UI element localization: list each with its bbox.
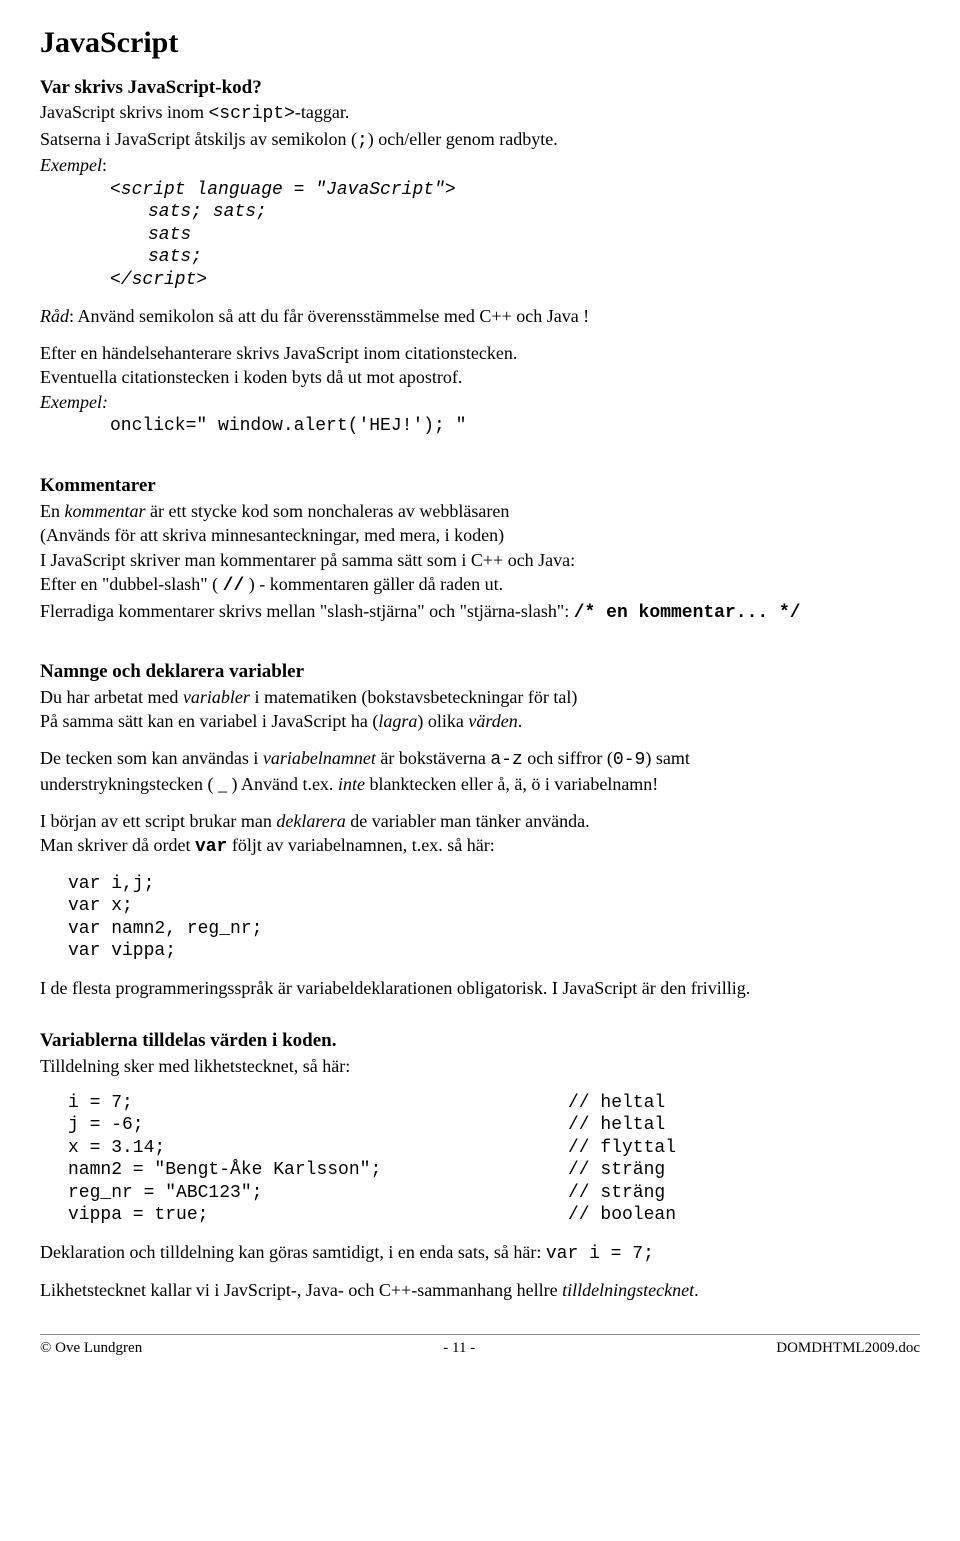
example-label: Exempel:	[40, 391, 920, 414]
footer-page-number: - 11 -	[443, 1339, 475, 1358]
text-line: I de flesta programmeringsspråk är varia…	[40, 977, 920, 1000]
page-footer: © Ove Lundgren - 11 - DOMDHTML2009.doc	[40, 1334, 920, 1358]
text-line: På samma sätt kan en variabel i JavaScri…	[40, 710, 920, 733]
example-label: Exempel:	[40, 154, 920, 177]
text-line: JavaScript skrivs inom <script>-taggar.	[40, 101, 920, 126]
section-var-skrivs: Var skrivs JavaScript-kod? JavaScript sk…	[40, 76, 920, 438]
footer-filename: DOMDHTML2009.doc	[776, 1339, 920, 1358]
code-row: reg_nr = "ABC123";// sträng	[68, 1182, 920, 1205]
code-block: i = 7;// heltal j = -6;// heltal x = 3.1…	[40, 1092, 920, 1227]
heading-var-skrivs: Var skrivs JavaScript-kod?	[40, 76, 920, 100]
code-block: var i,j; var x; var namn2, reg_nr; var v…	[40, 873, 920, 963]
heading-kommentarer: Kommentarer	[40, 474, 920, 498]
heading-tilldelning: Variablerna tilldelas värden i koden.	[40, 1029, 920, 1053]
text-line: (Används för att skriva minnesanteckning…	[40, 524, 920, 547]
text-line: De tecken som kan användas i variabelnam…	[40, 747, 920, 772]
code-row: i = 7;// heltal	[68, 1092, 920, 1115]
heading-namnge: Namnge och deklarera variabler	[40, 660, 920, 684]
text-line: Man skriver då ordet var följt av variab…	[40, 834, 920, 859]
text-line: Eventuella citationstecken i koden byts …	[40, 366, 920, 389]
code-row: x = 3.14;// flyttal	[68, 1137, 920, 1160]
text-line: I början av ett script brukar man deklar…	[40, 810, 920, 833]
text-line: I JavaScript skriver man kommentarer på …	[40, 549, 920, 572]
code-row: namn2 = "Bengt-Åke Karlsson";// sträng	[68, 1159, 920, 1182]
code-row: j = -6;// heltal	[68, 1114, 920, 1137]
tip-line: Råd: Använd semikolon så att du får över…	[40, 305, 920, 328]
text-line: Flerradiga kommentarer skrivs mellan "sl…	[40, 600, 920, 625]
section-variabler: Namnge och deklarera variabler Du har ar…	[40, 660, 920, 999]
text-line: Du har arbetat med variabler i matematik…	[40, 686, 920, 709]
text-line: Satserna i JavaScript åtskiljs av semiko…	[40, 128, 920, 153]
text-line: understrykningstecken ( _ ) Använd t.ex.…	[40, 773, 920, 796]
code-block: <script language = "JavaScript"> sats; s…	[40, 179, 920, 292]
section-kommentarer: Kommentarer En kommentar är ett stycke k…	[40, 474, 920, 624]
text-line: Likhetstecknet kallar vi i JavScript-, J…	[40, 1279, 920, 1302]
text-line: En kommentar är ett stycke kod som nonch…	[40, 500, 920, 523]
section-tilldelning: Variablerna tilldelas värden i koden. Ti…	[40, 1029, 920, 1301]
text-line: Efter en händelsehanterare skrivs JavaSc…	[40, 342, 920, 365]
text-line: Efter en "dubbel-slash" ( // ) - komment…	[40, 573, 920, 598]
code-row: vippa = true;// boolean	[68, 1204, 920, 1227]
text-line: Tilldelning sker med likhetstecknet, så …	[40, 1055, 920, 1078]
page-title: JavaScript	[40, 24, 920, 62]
footer-author: © Ove Lundgren	[40, 1339, 142, 1358]
text-line: Deklaration och tilldelning kan göras sa…	[40, 1241, 920, 1266]
code-line: onclick=" window.alert('HEJ!'); "	[40, 415, 920, 438]
